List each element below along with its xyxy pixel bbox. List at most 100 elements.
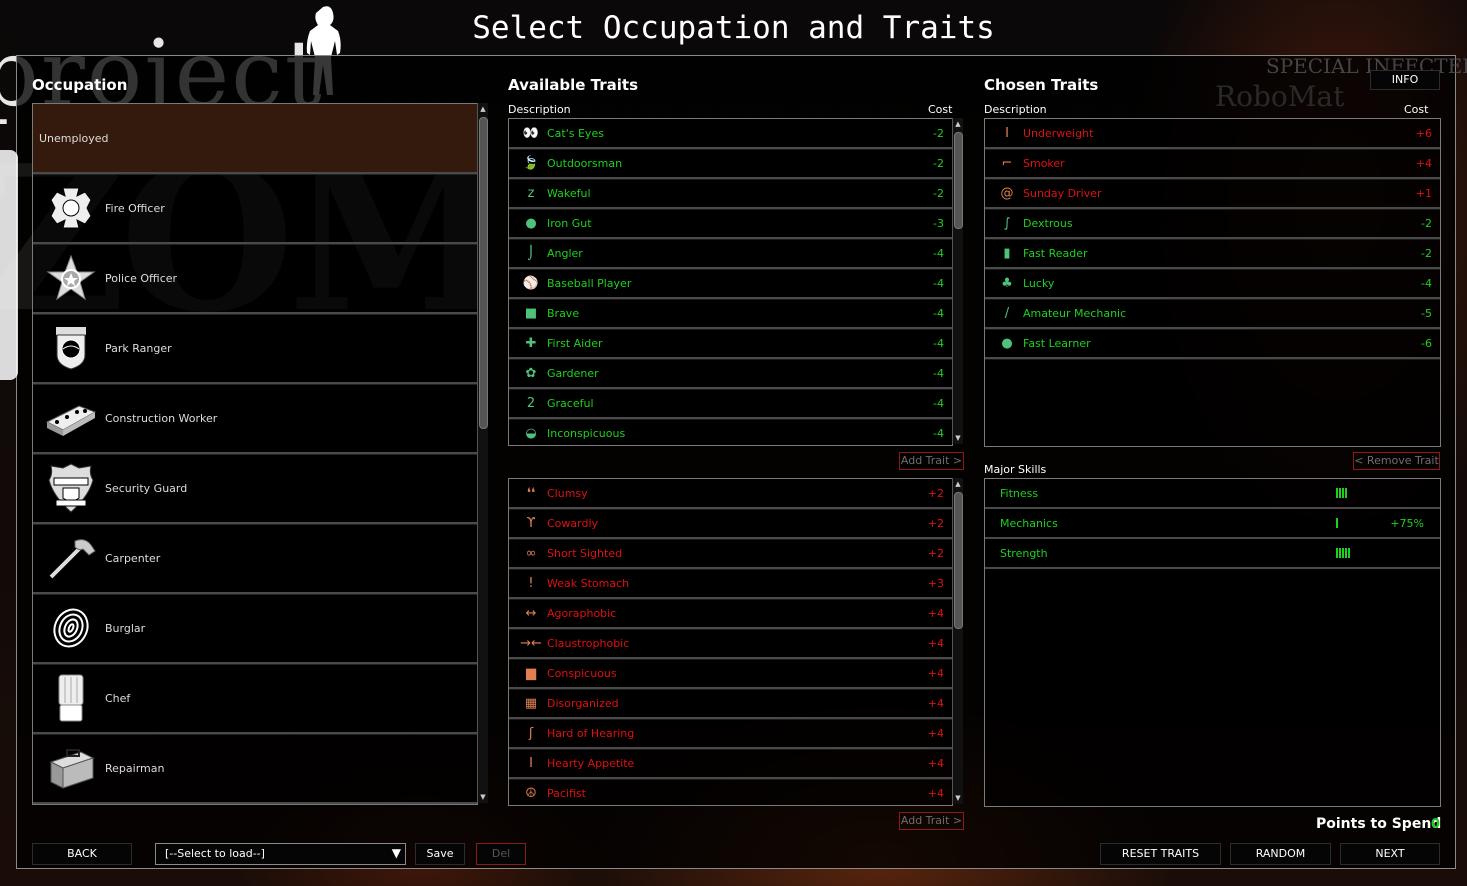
- skill-label: Mechanics: [1000, 516, 1058, 530]
- preset-select[interactable]: [--Select to load--] ▼: [155, 843, 406, 865]
- occupation-item[interactable]: Construction Worker: [33, 384, 477, 454]
- leaf-icon: 🍃: [522, 155, 540, 171]
- trait-row[interactable]: ✚ First Aider -4: [509, 329, 952, 359]
- occupation-list[interactable]: Unemployed Fire Officer Police Officer Park…: [32, 103, 478, 805]
- trait-row[interactable]: ✿ Gardener -4: [509, 359, 952, 389]
- negative-traits-scrollbar[interactable]: ▲ ▼: [952, 478, 963, 804]
- trait-row[interactable]: ▮ Fast Reader -2: [985, 239, 1440, 269]
- trait-row[interactable]: ▆ Conspicuous +4: [509, 659, 952, 689]
- trait-row[interactable]: ⌐ Smoker +4: [985, 149, 1440, 179]
- positive-traits-scrollbar[interactable]: ▲ ▼: [952, 118, 963, 444]
- trait-row[interactable]: I Hearty Appetite +4: [509, 749, 952, 779]
- trait-row[interactable]: ∫ Dextrous -2: [985, 209, 1440, 239]
- trait-cost: -4: [933, 246, 944, 260]
- scroll-down-icon[interactable]: ▼: [954, 794, 962, 802]
- scroll-up-icon[interactable]: ▲: [954, 120, 962, 128]
- trait-row[interactable]: I Underweight +6: [985, 119, 1440, 149]
- trait-row[interactable]: / Amateur Mechanic -5: [985, 299, 1440, 329]
- occupation-item[interactable]: Carpenter: [33, 524, 477, 594]
- trait-label: Fast Reader: [1023, 246, 1088, 260]
- first-aid-cross-icon: ✚: [525, 335, 537, 351]
- delete-button[interactable]: Del: [476, 843, 526, 865]
- four-leaf-clover-icon: ♣: [1001, 275, 1013, 291]
- chosen-traits-list[interactable]: I Underweight +6 ⌐ Smoker +4 @ Sunday Driver +1 ∫…: [984, 118, 1441, 447]
- trait-row[interactable]: ☮ Pacifist +4: [509, 779, 952, 805]
- chosen-cost-header: Cost: [1404, 103, 1429, 116]
- trait-row[interactable]: ! Weak Stomach +3: [509, 569, 952, 599]
- trait-row[interactable]: ● Fast Learner -6: [985, 329, 1440, 359]
- trait-row[interactable]: ● Iron Gut -3: [509, 209, 952, 239]
- occupation-label: Fire Officer: [105, 201, 165, 215]
- preset-select-value: [--Select to load--]: [165, 847, 265, 860]
- trait-row[interactable]: ϒ Cowardly +2: [509, 509, 952, 539]
- fingerprint-icon: [45, 602, 97, 654]
- trait-label: Disorganized: [547, 696, 619, 710]
- trait-row[interactable]: 🍃 Outdoorsman -2: [509, 149, 952, 179]
- cigarette-icon: ⌐: [1001, 155, 1013, 171]
- trait-row[interactable]: ■ Brave -4: [509, 299, 952, 329]
- info-button[interactable]: INFO: [1370, 70, 1440, 90]
- remove-trait-button[interactable]: < Remove Trait: [1353, 452, 1440, 470]
- trait-row[interactable]: ⌡ Angler -4: [509, 239, 952, 269]
- dropdown-arrow-icon[interactable]: ▼: [392, 846, 401, 860]
- trait-row[interactable]: 👀 Cat's Eyes -2: [509, 119, 952, 149]
- occupation-item[interactable]: Burglar: [33, 594, 477, 664]
- occupation-item[interactable]: Police Officer: [33, 244, 477, 314]
- trait-label: Pacifist: [547, 786, 586, 800]
- cat-eyes-icon: 👀: [522, 125, 540, 141]
- trait-row[interactable]: ʃ Hard of Hearing +4: [509, 719, 952, 749]
- skill-label: Strength: [1000, 546, 1048, 560]
- add-positive-trait-button[interactable]: Add Trait >: [899, 452, 964, 470]
- back-button[interactable]: BACK: [32, 843, 132, 865]
- trait-row[interactable]: z Wakeful -2: [509, 179, 952, 209]
- trait-row[interactable]: ◒ Inconspicuous -4: [509, 419, 952, 445]
- skill-row: Mechanics +75%: [985, 509, 1440, 539]
- reset-traits-button[interactable]: RESET TRAITS: [1100, 843, 1221, 865]
- trait-row[interactable]: →← Claustrophobic +4: [509, 629, 952, 659]
- occupation-item[interactable]: Repairman: [33, 734, 477, 804]
- negative-traits-list[interactable]: ❛❛ Clumsy +2 ϒ Cowardly +2 ∞ Short Sighted +2! We…: [508, 478, 953, 806]
- next-button[interactable]: NEXT: [1340, 843, 1440, 865]
- skill-level-pip: [1336, 548, 1338, 558]
- occupation-item[interactable]: Security Guard: [33, 454, 477, 524]
- trait-row[interactable]: ♣ Lucky -4: [985, 269, 1440, 299]
- scroll-thumb[interactable]: [954, 492, 963, 629]
- feet-icon: ❛❛: [526, 485, 536, 501]
- trait-cost: -4: [933, 336, 944, 350]
- occupation-label: Repairman: [105, 761, 165, 775]
- trait-row[interactable]: ∞ Short Sighted +2: [509, 539, 952, 569]
- occupation-scrollbar[interactable]: ▲ ▼: [477, 103, 488, 803]
- park-ranger-badge-icon: [45, 322, 97, 374]
- occupation-label: Burglar: [105, 621, 146, 635]
- trait-cost: +4: [927, 786, 944, 800]
- positive-traits-list[interactable]: 👀 Cat's Eyes -2 🍃 Outdoorsman -2 z Wakeful -2 ● Ir…: [508, 118, 953, 446]
- scroll-down-icon[interactable]: ▼: [954, 434, 962, 442]
- scroll-up-icon[interactable]: ▲: [954, 480, 962, 488]
- brain-icon: ●: [1001, 335, 1013, 351]
- occupation-item[interactable]: Park Ranger: [33, 314, 477, 384]
- skill-boost: +75%: [1390, 516, 1424, 530]
- scroll-thumb[interactable]: [479, 117, 488, 429]
- trait-label: First Aider: [547, 336, 603, 350]
- trait-row[interactable]: ↔ Agoraphobic +4: [509, 599, 952, 629]
- trait-label: Outdoorsman: [547, 156, 623, 170]
- scroll-up-icon[interactable]: ▲: [479, 105, 487, 113]
- trait-row[interactable]: ⚾ Baseball Player -4: [509, 269, 952, 299]
- trait-cost: -4: [933, 426, 944, 440]
- trait-label: Cat's Eyes: [547, 126, 604, 140]
- save-button[interactable]: Save: [415, 843, 465, 865]
- scroll-thumb[interactable]: [954, 132, 963, 229]
- occupation-item[interactable]: Chef: [33, 664, 477, 734]
- occupation-item[interactable]: Unemployed: [33, 104, 477, 174]
- trait-cost: -2: [1421, 216, 1432, 230]
- trait-row[interactable]: ▦ Disorganized +4: [509, 689, 952, 719]
- occupation-item[interactable]: Fire Officer: [33, 174, 477, 244]
- scroll-down-icon[interactable]: ▼: [479, 793, 487, 801]
- random-button[interactable]: RANDOM: [1230, 843, 1331, 865]
- trait-row[interactable]: ❛❛ Clumsy +2: [509, 479, 952, 509]
- needle-thread-icon: ∫: [1003, 215, 1011, 231]
- trait-row[interactable]: @ Sunday Driver +1: [985, 179, 1440, 209]
- trait-row[interactable]: 2 Graceful -4: [509, 389, 952, 419]
- trait-label: Short Sighted: [547, 546, 623, 560]
- add-negative-trait-button[interactable]: Add Trait >: [899, 812, 964, 830]
